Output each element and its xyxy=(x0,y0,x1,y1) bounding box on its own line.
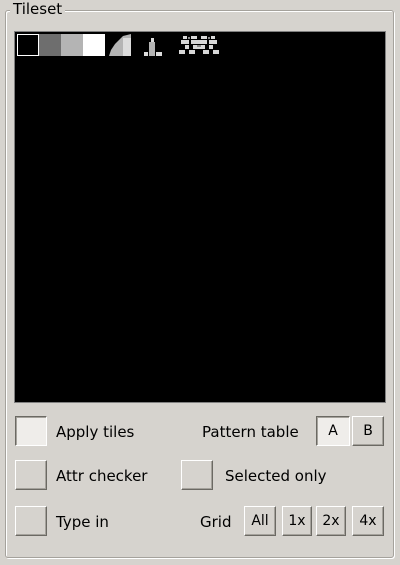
type-in-toggle[interactable] xyxy=(15,506,47,536)
tile-white-icon[interactable] xyxy=(83,34,105,56)
grid-all-button[interactable]: All xyxy=(244,506,276,536)
attr-checker-toggle[interactable] xyxy=(15,460,47,490)
selected-only-toggle[interactable] xyxy=(181,460,213,490)
tile-black-icon[interactable] xyxy=(17,34,39,56)
tile-bottle-icon[interactable] xyxy=(143,34,165,56)
selected-only-label: Selected only xyxy=(225,467,327,485)
tile-slope-icon[interactable] xyxy=(109,34,131,56)
pattern-table-a-button[interactable]: A xyxy=(316,416,350,446)
grid-2x-button[interactable]: 2x xyxy=(316,506,346,536)
groupbox-title: Tileset xyxy=(10,1,66,18)
pattern-table-b-button[interactable]: B xyxy=(352,416,384,446)
type-in-label: Type in xyxy=(56,513,109,531)
apply-tiles-label: Apply tiles xyxy=(56,423,135,441)
attr-checker-label: Attr checker xyxy=(56,467,148,485)
tile-sprite-icon[interactable] xyxy=(179,34,223,56)
tile-dark-gray-icon[interactable] xyxy=(39,34,61,56)
grid-4x-button[interactable]: 4x xyxy=(352,506,384,536)
tileset-canvas[interactable] xyxy=(14,31,386,403)
pattern-table-label: Pattern table xyxy=(202,423,299,441)
tile-light-gray-icon[interactable] xyxy=(61,34,83,56)
apply-tiles-toggle[interactable] xyxy=(15,416,47,446)
grid-1x-button[interactable]: 1x xyxy=(282,506,312,536)
grid-label: Grid xyxy=(200,513,232,531)
